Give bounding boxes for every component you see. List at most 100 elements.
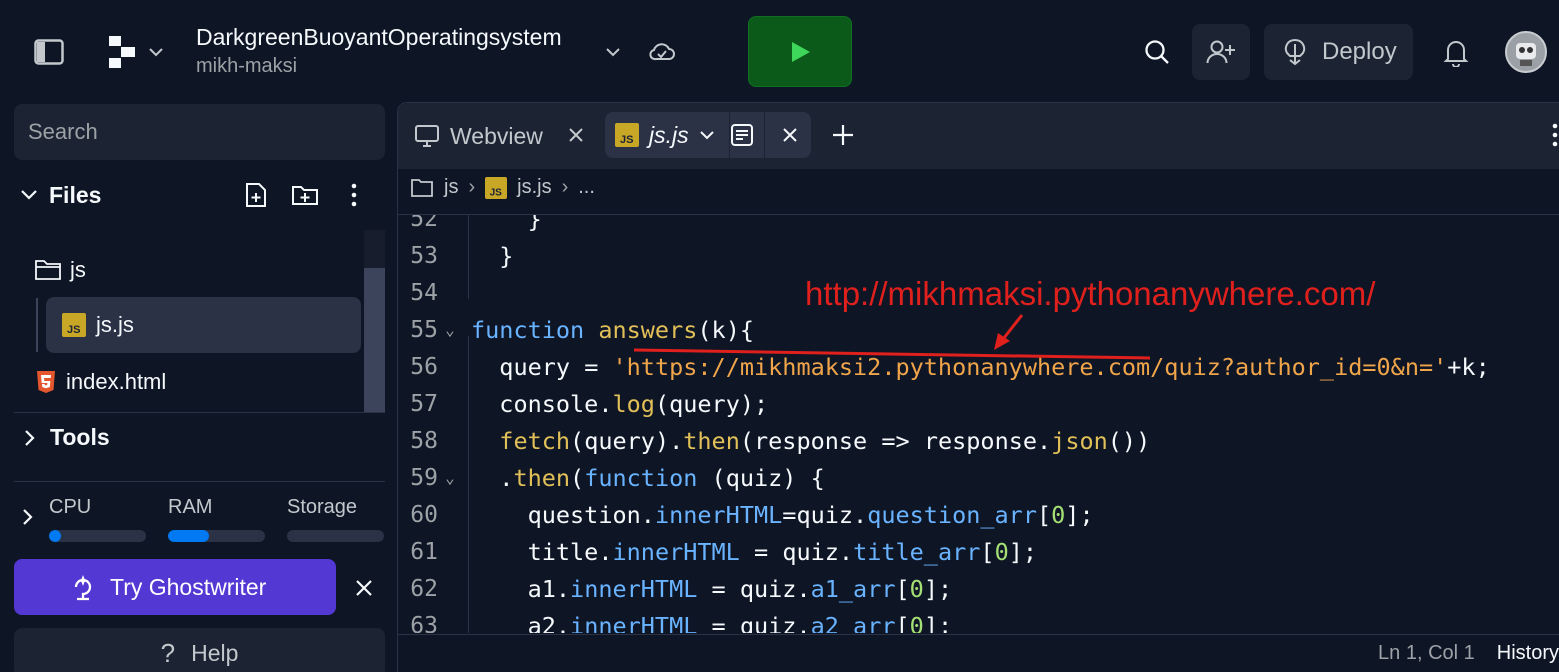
code-line[interactable]: 52 }	[398, 215, 1559, 237]
code-line[interactable]: 62 a1.innerHTML = quiz.a1_arr[0];	[398, 570, 1559, 607]
code-text: console.log(query);	[499, 389, 769, 418]
line-number: 55	[410, 316, 438, 343]
code-line[interactable]: 60 question.innerHTML=quiz.question_arr[…	[398, 496, 1559, 533]
divider	[14, 481, 385, 482]
history-button[interactable]: History	[1497, 642, 1559, 665]
breadcrumb-item[interactable]: js	[444, 176, 458, 199]
code-line[interactable]: 53 }	[398, 237, 1559, 274]
tab-label: js.js	[649, 121, 689, 148]
invite-user-button[interactable]	[1192, 24, 1250, 80]
more-options-icon[interactable]	[1551, 120, 1559, 150]
folder-icon	[35, 260, 61, 280]
try-ghostwriter-button[interactable]: Try Ghostwriter	[14, 559, 336, 615]
storage-usage-bar	[287, 530, 384, 542]
cursor-position[interactable]: Ln 1, Col 1	[1378, 642, 1475, 665]
fold-chevron-icon[interactable]: ⌄	[440, 320, 460, 339]
chevron-down-icon	[699, 131, 714, 140]
breadcrumb-item[interactable]: js.js	[517, 176, 551, 199]
code-line[interactable]: 59 ⌄ .then(function (quiz) {	[398, 459, 1559, 496]
line-number: 53	[410, 242, 438, 269]
close-icon[interactable]	[352, 576, 376, 600]
code-line[interactable]: 57 console.log(query);	[398, 385, 1559, 422]
js-file-icon: JS	[485, 176, 508, 199]
search-icon[interactable]	[1138, 34, 1176, 70]
code-text: }	[527, 215, 542, 233]
breadcrumb: js › JS js.js › ...	[410, 176, 595, 199]
line-number: 62	[410, 575, 438, 602]
code-line[interactable]: 63 a2.innerHTML = quiz.a2_arr[0];	[398, 607, 1559, 634]
line-number: 59	[410, 464, 438, 491]
line-number: 54	[410, 279, 438, 306]
close-icon[interactable]	[779, 124, 801, 146]
tools-label: Tools	[50, 424, 110, 450]
folder-icon	[411, 178, 433, 197]
chevron-down-icon	[149, 48, 163, 57]
ghostwriter-icon	[74, 575, 92, 601]
chevron-down-icon[interactable]	[601, 40, 625, 64]
run-button[interactable]	[748, 16, 852, 87]
chevron-right-icon[interactable]	[18, 506, 36, 528]
deploy-label: Deploy	[1322, 38, 1397, 65]
tab-webview[interactable]: Webview	[414, 117, 543, 155]
line-number: 58	[410, 427, 438, 454]
new-folder-icon[interactable]	[291, 183, 319, 207]
tree-item-js-file[interactable]: JS js.js	[46, 297, 361, 353]
deploy-button[interactable]: Deploy	[1264, 24, 1413, 80]
code-text: question.innerHTML=quiz.question_arr[0];	[527, 500, 1094, 529]
code-text: a2.innerHTML = quiz.a2_arr[0];	[527, 611, 953, 634]
invite-user-icon	[1206, 40, 1235, 64]
monitor-icon	[415, 125, 439, 147]
line-number: 60	[410, 501, 438, 528]
files-header[interactable]: Files	[14, 172, 385, 218]
html5-icon	[37, 371, 55, 393]
divider	[14, 412, 385, 413]
tree-item-label: js.js	[96, 312, 134, 337]
tree-item-js-folder[interactable]: js	[34, 254, 86, 286]
code-text: }	[499, 241, 514, 270]
tools-header[interactable]: Tools	[14, 424, 110, 451]
deploy-icon	[1284, 38, 1306, 66]
outline-icon	[730, 124, 753, 146]
annotation-strike-arrow	[633, 314, 1151, 360]
search-input[interactable]: Search	[14, 104, 385, 160]
status-bar: Ln 1, Col 1 History	[398, 634, 1559, 672]
tree-item-label: index.html	[66, 369, 167, 394]
replit-menu-button[interactable]	[104, 34, 168, 70]
svg-text:JS: JS	[67, 324, 80, 336]
tree-item-index-html[interactable]: index.html	[36, 366, 166, 398]
add-tab-icon[interactable]	[830, 122, 856, 148]
file-tree-scrollbar-thumb[interactable]	[364, 268, 385, 412]
tree-item-label: js	[70, 257, 86, 282]
fold-chevron-icon[interactable]: ⌄	[440, 468, 460, 487]
new-file-icon[interactable]	[244, 182, 268, 208]
breadcrumb-item[interactable]: ...	[578, 176, 595, 199]
code-line[interactable]: 61 title.innerHTML = quiz.title_arr[0];	[398, 533, 1559, 570]
bell-icon[interactable]	[1440, 35, 1472, 69]
line-number: 57	[410, 390, 438, 417]
ghostwriter-label: Try Ghostwriter	[110, 573, 267, 600]
repl-name[interactable]: DarkgreenBuoyantOperatingsystem	[196, 24, 562, 51]
ram-usage-bar	[168, 530, 265, 542]
chevron-right-icon: ›	[468, 176, 476, 198]
replit-logo-icon	[109, 36, 135, 68]
avatar[interactable]	[1505, 31, 1547, 73]
code-text: a1.innerHTML = quiz.a1_arr[0];	[527, 574, 953, 603]
repl-owner[interactable]: mikh-maksi	[196, 55, 297, 78]
line-number: 63	[410, 612, 438, 634]
js-file-icon: JS	[615, 123, 639, 147]
tab-label: Webview	[450, 122, 543, 149]
help-button[interactable]: ? Help	[14, 628, 385, 672]
close-icon[interactable]	[566, 124, 586, 146]
code-line[interactable]: 58 fetch(query).then(response => respons…	[398, 422, 1559, 459]
help-label: Help	[191, 639, 239, 666]
more-options-icon[interactable]	[344, 182, 364, 208]
code-text: fetch(query).then(response => response.j…	[499, 426, 1151, 455]
cloud-check-icon[interactable]	[646, 36, 678, 68]
sidebar-toggle-icon[interactable]	[30, 36, 68, 68]
chevron-down-icon	[21, 190, 37, 200]
line-number: 52	[410, 215, 438, 232]
question-mark-icon: ?	[160, 637, 176, 668]
line-number: 56	[410, 353, 438, 380]
play-icon	[792, 41, 810, 62]
cpu-label: CPU	[49, 496, 92, 518]
